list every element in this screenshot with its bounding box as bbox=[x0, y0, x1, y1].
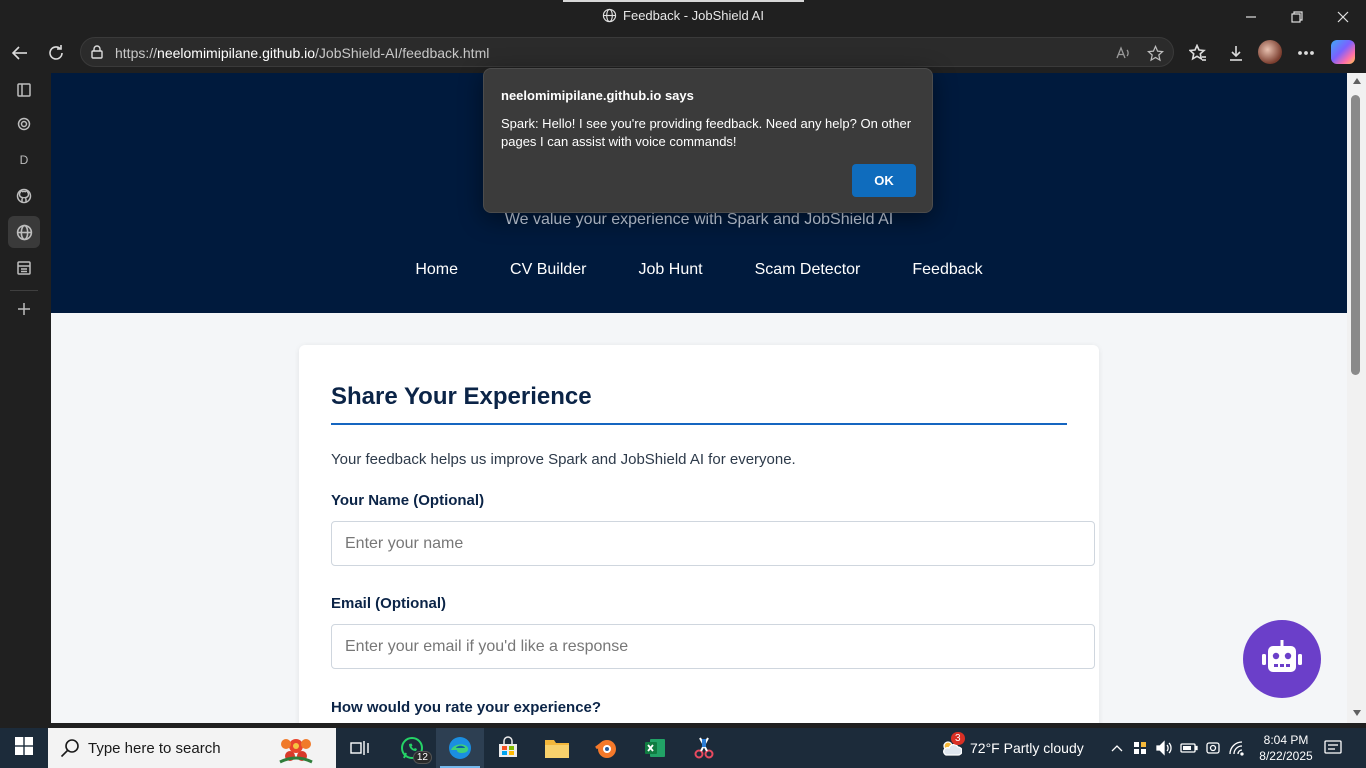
weather-alert-badge: 3 bbox=[951, 732, 965, 745]
nav-feedback[interactable]: Feedback bbox=[886, 261, 1008, 279]
security-shield-icon[interactable] bbox=[1131, 739, 1149, 757]
globe-icon bbox=[602, 8, 617, 26]
excel-icon[interactable] bbox=[631, 728, 679, 768]
battery-icon[interactable] bbox=[1180, 739, 1198, 757]
restore-button[interactable] bbox=[1274, 0, 1320, 33]
more-options-icon[interactable] bbox=[1292, 39, 1320, 67]
notifications-icon[interactable] bbox=[1324, 739, 1342, 757]
start-button[interactable] bbox=[0, 728, 48, 768]
taskbar-search-box[interactable]: Type here to search bbox=[48, 728, 336, 768]
feedback-card: Share Your Experience Your feedback help… bbox=[299, 345, 1099, 723]
chatgpt-icon[interactable] bbox=[8, 108, 40, 140]
refresh-icon[interactable] bbox=[42, 39, 70, 67]
app-window-icon[interactable] bbox=[8, 252, 40, 284]
dialog-message: Spark: Hello! I see you're providing fee… bbox=[501, 116, 912, 149]
favorite-star-icon[interactable] bbox=[1145, 43, 1165, 63]
email-label: Email (Optional) bbox=[331, 595, 447, 612]
site-subtitle: We value your experience with Spark and … bbox=[504, 211, 894, 228]
js-alert-dialog: neelomimipilane.github.io says Spark: He… bbox=[483, 68, 933, 213]
active-tab-indicator bbox=[563, 0, 804, 2]
volume-icon[interactable] bbox=[1155, 739, 1173, 757]
form-intro: Your feedback helps us improve Spark and… bbox=[331, 451, 796, 468]
sidebar-d-label: D bbox=[19, 153, 29, 167]
search-icon bbox=[60, 738, 80, 763]
name-input[interactable] bbox=[331, 521, 1095, 566]
close-button[interactable] bbox=[1320, 0, 1366, 33]
globe-sidebar-icon[interactable] bbox=[8, 216, 40, 248]
search-highlight-flower-icon bbox=[274, 732, 318, 766]
window-title: Feedback - JobShield AI bbox=[0, 8, 1366, 26]
chatbot-robot-button[interactable] bbox=[1243, 620, 1321, 698]
clock-time: 8:04 PM bbox=[1263, 733, 1309, 747]
windows-logo-icon bbox=[15, 736, 33, 760]
name-label: Your Name (Optional) bbox=[331, 492, 485, 509]
window-title-text: Feedback - JobShield AI bbox=[623, 8, 764, 23]
browser-sidebar: D bbox=[0, 71, 48, 727]
microsoft-store-icon[interactable] bbox=[484, 728, 532, 768]
scroll-down-arrow-icon[interactable] bbox=[1347, 705, 1366, 721]
url-scheme: https:// bbox=[115, 45, 158, 61]
chevron-up-icon[interactable] bbox=[1108, 739, 1126, 757]
minimize-button[interactable] bbox=[1228, 0, 1274, 33]
favorites-icon[interactable] bbox=[1184, 39, 1212, 67]
edge-browser-icon[interactable] bbox=[436, 728, 484, 768]
email-input[interactable] bbox=[331, 624, 1095, 669]
windows-taskbar: Type here to search 12 3 72°F Partly clo… bbox=[0, 728, 1366, 768]
read-aloud-icon[interactable] bbox=[1113, 43, 1133, 63]
window-title-bar: Feedback - JobShield AI bbox=[0, 0, 1366, 33]
whatsapp-badge: 12 bbox=[412, 751, 432, 764]
heading-divider bbox=[331, 423, 1067, 425]
ok-button[interactable]: OK bbox=[852, 164, 916, 197]
nav-home[interactable]: Home bbox=[389, 261, 484, 279]
task-view-icon[interactable] bbox=[336, 728, 384, 768]
wifi-icon[interactable] bbox=[1228, 739, 1246, 757]
copilot-icon[interactable] bbox=[1331, 40, 1355, 64]
back-arrow-icon[interactable] bbox=[6, 39, 34, 67]
url-host: neelomimipilane.github.io bbox=[157, 45, 316, 61]
address-bar[interactable]: https://neelomimipilane.github.io/JobShi… bbox=[80, 37, 1174, 67]
browser-toolbar: https://neelomimipilane.github.io/JobShi… bbox=[0, 33, 1366, 71]
site-nav: Home CV Builder Job Hunt Scam Detector F… bbox=[51, 261, 1347, 279]
page-scrollbar[interactable] bbox=[1347, 73, 1366, 723]
url-path: /JobShield-AI/feedback.html bbox=[315, 45, 490, 61]
camera-icon[interactable] bbox=[1204, 739, 1222, 757]
search-placeholder: Type here to search bbox=[88, 740, 221, 757]
blender-app-icon[interactable] bbox=[582, 728, 630, 768]
weather-text[interactable]: 72°F Partly cloudy bbox=[970, 740, 1084, 756]
lock-icon bbox=[90, 45, 104, 64]
nav-job-hunt[interactable]: Job Hunt bbox=[613, 261, 729, 279]
sidebar-d-icon[interactable]: D bbox=[8, 144, 40, 176]
scroll-thumb[interactable] bbox=[1351, 95, 1360, 375]
tab-actions-icon[interactable] bbox=[8, 74, 40, 106]
form-heading: Share Your Experience bbox=[331, 383, 592, 410]
dialog-title: neelomimipilane.github.io says bbox=[501, 88, 694, 103]
add-icon[interactable] bbox=[8, 293, 40, 325]
file-explorer-icon[interactable] bbox=[533, 728, 581, 768]
nav-scam-detector[interactable]: Scam Detector bbox=[729, 261, 887, 279]
whatsapp-icon[interactable]: 12 bbox=[388, 728, 436, 768]
taskbar-clock[interactable]: 8:04 PM 8/22/2025 bbox=[1254, 732, 1318, 764]
profile-avatar[interactable] bbox=[1258, 40, 1282, 64]
scroll-up-arrow-icon[interactable] bbox=[1347, 73, 1366, 89]
snipping-tool-icon[interactable] bbox=[680, 728, 728, 768]
rating-label: How would you rate your experience? bbox=[331, 699, 602, 716]
downloads-icon[interactable] bbox=[1222, 39, 1250, 67]
nav-cv-builder[interactable]: CV Builder bbox=[484, 261, 612, 279]
github-icon[interactable] bbox=[8, 180, 40, 212]
sidebar-separator bbox=[10, 290, 38, 291]
url-text[interactable]: https://neelomimipilane.github.io/JobShi… bbox=[115, 45, 489, 61]
clock-date: 8/22/2025 bbox=[1259, 749, 1313, 763]
robot-icon bbox=[1262, 639, 1302, 679]
